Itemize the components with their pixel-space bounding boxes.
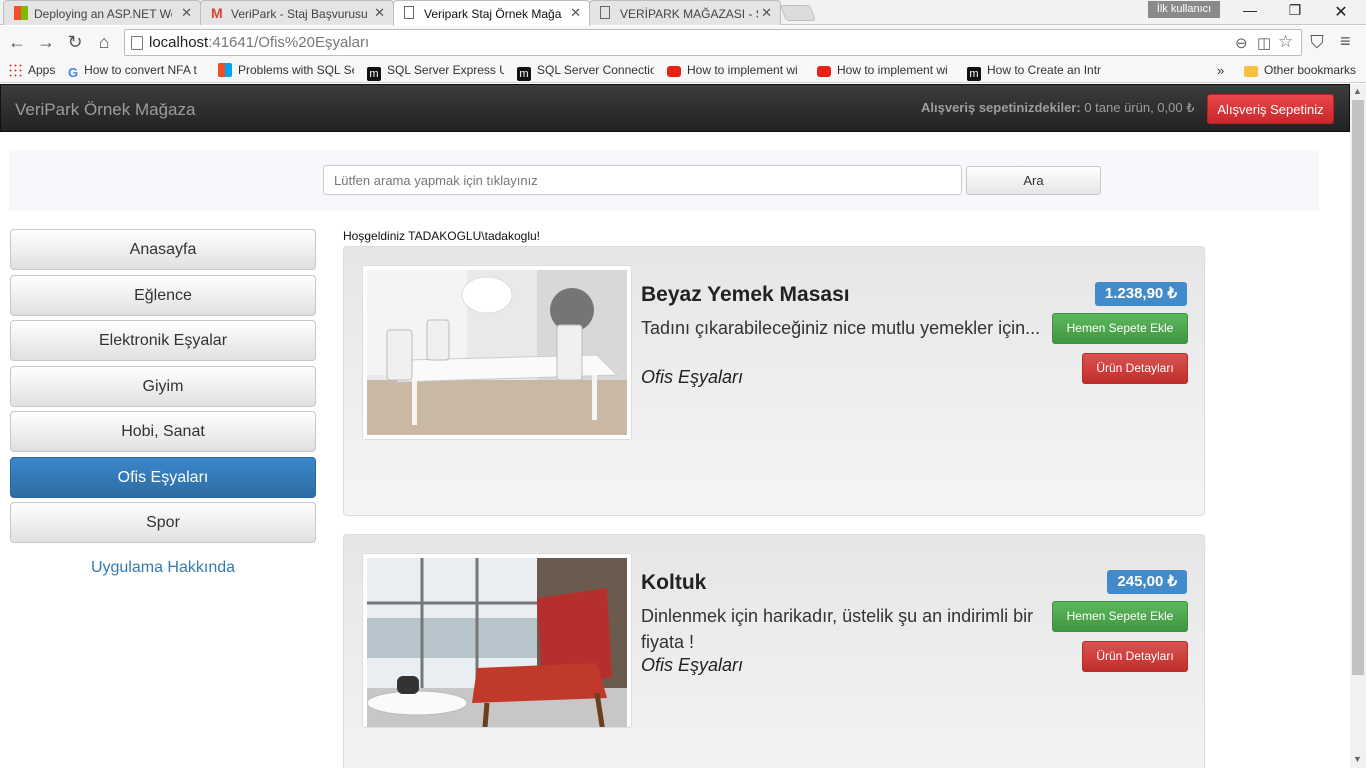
- close-icon[interactable]: ✕: [181, 5, 192, 21]
- about-link[interactable]: Uygulama Hakkında: [10, 559, 316, 577]
- tab-title: VERİPARK MAĞAZASI - SE: [620, 7, 758, 21]
- url-text: localhost:41641/Ofis%20Eşyaları: [149, 34, 370, 51]
- product-details-button[interactable]: Ürün Detayları: [1082, 353, 1188, 384]
- product-name[interactable]: Beyaz Yemek Masası: [641, 283, 850, 307]
- shield-icon[interactable]: ⛉: [1306, 32, 1328, 52]
- category-spor[interactable]: Spor: [10, 502, 316, 543]
- close-icon[interactable]: ✕: [761, 5, 772, 21]
- address-bar[interactable]: localhost:41641/Ofis%20Eşyaları ⊖ ◫ ☆: [124, 29, 1302, 56]
- category-giyim[interactable]: Giyim: [10, 366, 316, 407]
- browser-tab[interactable]: M VeriPark - Staj Başvurusu ✕: [200, 0, 394, 25]
- m-icon: m: [367, 67, 381, 81]
- star-icon[interactable]: ☆: [1278, 32, 1293, 52]
- bookmark-item[interactable]: m SQL Server Connectio: [517, 63, 654, 81]
- category-elektronik[interactable]: Elektronik Eşyalar: [10, 320, 316, 361]
- product-name[interactable]: Koltuk: [641, 571, 706, 595]
- bookmark-apps[interactable]: Apps: [8, 63, 55, 77]
- minimize-icon[interactable]: —: [1227, 2, 1273, 18]
- restore-icon[interactable]: ❐: [1272, 2, 1318, 19]
- product-price: 1.238,90 ₺: [1094, 282, 1187, 306]
- cart-info: Alışveriş sepetinizdekiler: 0 tane ürün,…: [921, 100, 1195, 115]
- bookmark-item[interactable]: m How to Create an Intr: [967, 63, 1104, 81]
- bookmark-other[interactable]: Other bookmarks: [1244, 63, 1356, 77]
- tab-title: Deploying an ASP.NET We: [34, 7, 172, 21]
- google-icon: G: [68, 65, 79, 80]
- windows-icon: [14, 6, 28, 20]
- tab-title: Veripark Staj Örnek Mağaz: [424, 7, 562, 21]
- back-icon[interactable]: ←: [6, 32, 28, 52]
- product-details-button[interactable]: Ürün Detayları: [1082, 641, 1188, 672]
- translate-icon[interactable]: ◫: [1257, 34, 1271, 52]
- category-hobi-sanat[interactable]: Hobi, Sanat: [10, 411, 316, 452]
- product-price: 245,00 ₺: [1107, 570, 1187, 594]
- search-input[interactable]: Lütfen arama yapmak için tıklayınız: [323, 165, 962, 195]
- m-icon: m: [967, 67, 981, 81]
- scroll-down-icon[interactable]: ▼: [1353, 754, 1362, 764]
- profile-button[interactable]: İlk kullanıcı: [1148, 1, 1220, 18]
- bookmark-item[interactable]: Problems with SQL Se: [218, 63, 354, 77]
- close-icon[interactable]: ✕: [570, 5, 581, 21]
- search-button[interactable]: Ara: [966, 166, 1101, 195]
- product-card: Koltuk Dinlenmek için harikadır, üstelik…: [343, 534, 1205, 768]
- product-description: Dinlenmek için harikadır, üstelik şu an …: [641, 606, 1034, 652]
- site-navbar: VeriPark Örnek Mağaza Alışveriş sepetini…: [0, 84, 1350, 132]
- bookmarks-bar: Apps G How to convert NFA t Problems with…: [0, 59, 1366, 83]
- category-anasayfa[interactable]: Anasayfa: [10, 229, 316, 270]
- forward-icon[interactable]: →: [35, 32, 57, 52]
- dining-table-image: [367, 270, 627, 435]
- site-brand[interactable]: VeriPark Örnek Mağaza: [15, 100, 195, 120]
- menu-icon[interactable]: ≡: [1340, 31, 1351, 52]
- page-viewport: VeriPark Örnek Mağaza Alışveriş sepetini…: [0, 84, 1350, 768]
- home-icon[interactable]: ⌂: [93, 32, 115, 52]
- bookmark-item[interactable]: G How to convert NFA t: [68, 63, 203, 80]
- m-icon: m: [517, 67, 531, 81]
- product-category: Ofis Eşyaları: [641, 655, 744, 675]
- browser-tab-strip: Deploying an ASP.NET We ✕ M VeriPark - S…: [0, 0, 1366, 26]
- browser-tab[interactable]: Deploying an ASP.NET We ✕: [3, 0, 201, 25]
- scrollbar-thumb[interactable]: [1352, 100, 1364, 675]
- page-icon: [600, 6, 610, 19]
- add-to-cart-button[interactable]: Hemen Sepete Ekle: [1052, 313, 1188, 344]
- page-info-icon[interactable]: [131, 36, 143, 50]
- apps-icon: [8, 63, 22, 77]
- category-eglence[interactable]: Eğlence: [10, 275, 316, 316]
- bookmark-item[interactable]: How to implement wi: [817, 63, 954, 77]
- page-scrollbar[interactable]: ▲ ▼: [1350, 84, 1366, 768]
- product-card: Beyaz Yemek Masası Tadını çıkarabileceği…: [343, 246, 1205, 516]
- browser-tab-active[interactable]: Veripark Staj Örnek Mağaz ✕: [393, 0, 590, 26]
- gmail-icon: M: [211, 5, 223, 21]
- product-description: Tadını çıkarabileceğiniz nice mutlu yeme…: [641, 318, 1041, 338]
- welcome-text: Hoşgeldiniz TADAKOGLU\tadakoglu!: [343, 229, 540, 243]
- new-tab-button[interactable]: [780, 5, 816, 21]
- scroll-up-icon[interactable]: ▲: [1353, 86, 1362, 96]
- page-icon: [404, 6, 414, 19]
- product-category: Ofis Eşyaları: [641, 367, 744, 387]
- windows-icon: [218, 63, 232, 77]
- youtube-icon: [667, 66, 681, 77]
- tab-title: VeriPark - Staj Başvurusu: [231, 7, 368, 21]
- reload-icon[interactable]: ↻: [64, 32, 86, 52]
- browser-toolbar: ← → ↻ ⌂ localhost:41641/Ofis%20Eşyaları …: [0, 26, 1366, 59]
- product-image[interactable]: [362, 265, 632, 440]
- product-image[interactable]: [362, 553, 632, 728]
- youtube-icon: [817, 66, 831, 77]
- more-bookmarks-icon[interactable]: »: [1217, 63, 1224, 78]
- zoom-icon[interactable]: ⊖: [1235, 34, 1248, 52]
- folder-icon: [1244, 66, 1258, 77]
- category-ofis-esyalari[interactable]: Ofis Eşyaları: [10, 457, 316, 498]
- browser-tab[interactable]: VERİPARK MAĞAZASI - SE ✕: [589, 0, 781, 25]
- close-icon[interactable]: ✕: [374, 5, 385, 21]
- cart-button[interactable]: Alışveriş Sepetiniz: [1207, 94, 1334, 124]
- bookmark-item[interactable]: m SQL Server Express Us: [367, 63, 504, 81]
- window-close-icon[interactable]: ✕: [1318, 2, 1364, 22]
- bookmark-item[interactable]: How to implement wi: [667, 63, 804, 77]
- armchair-image: [366, 558, 627, 727]
- add-to-cart-button[interactable]: Hemen Sepete Ekle: [1052, 601, 1188, 632]
